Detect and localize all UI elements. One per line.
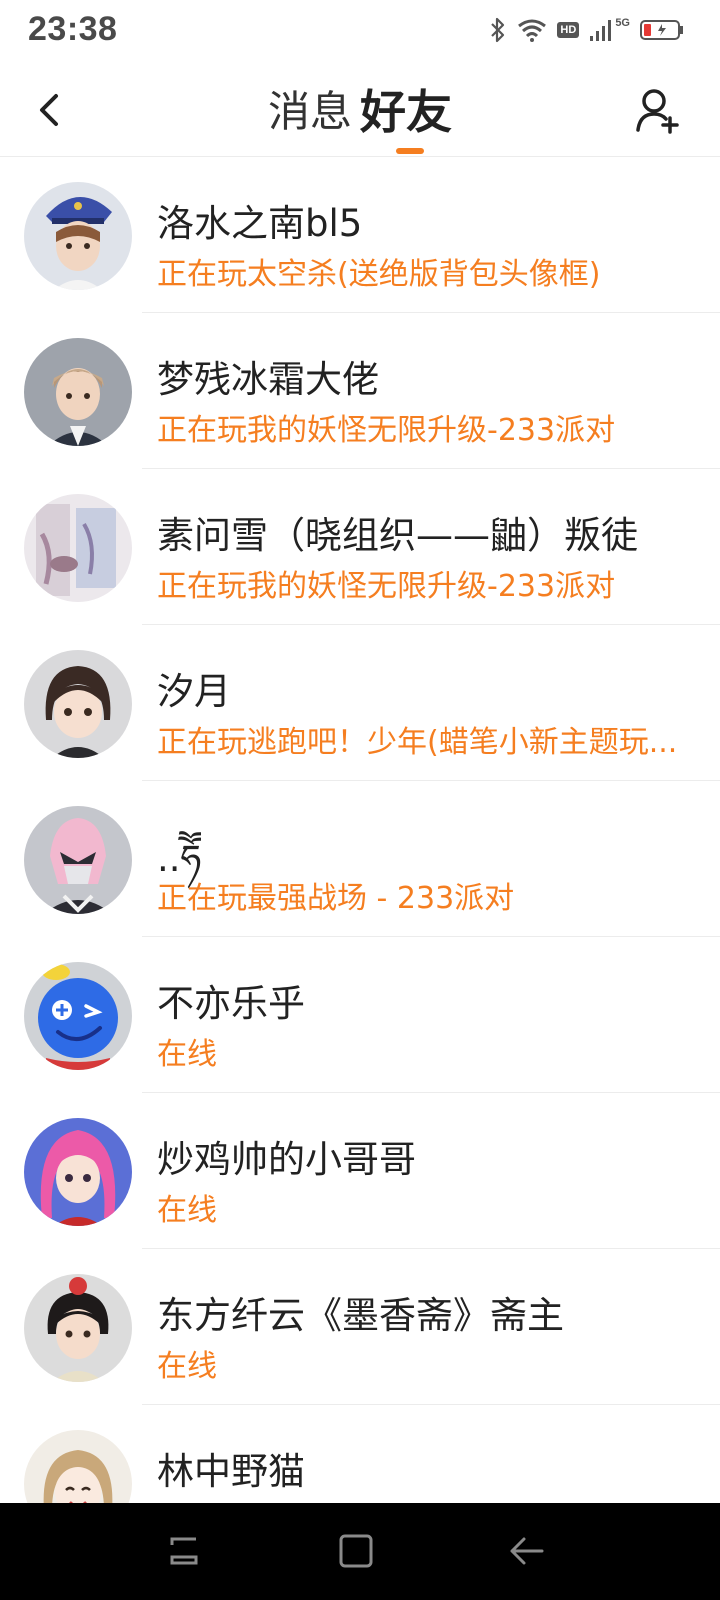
friend-name: 炒鸡帅的小哥哥 <box>157 1138 416 1181</box>
friend-row[interactable]: ..ཧཽ 正在玩最强战场 - 233派对 <box>0 781 720 937</box>
home-button[interactable] <box>336 1531 376 1571</box>
system-back-button[interactable] <box>506 1531 546 1571</box>
active-tab-indicator <box>396 148 424 154</box>
friend-name: 林中野猫 <box>157 1450 305 1493</box>
avatar[interactable] <box>24 1118 132 1226</box>
avatar[interactable] <box>24 182 132 290</box>
friend-name: 素问雪（晓组织——鼬）叛徒 <box>157 514 638 557</box>
avatar[interactable] <box>24 338 132 446</box>
status-bar: 23:38 HD 5G <box>0 0 720 64</box>
friend-name: 东方纤云《墨香斋》斋主 <box>157 1294 564 1337</box>
back-icon <box>510 1537 544 1565</box>
add-user-icon <box>636 89 679 134</box>
header: 消息 好友 <box>0 64 720 157</box>
friend-row[interactable]: 汐月 正在玩逃跑吧！少年(蜡笔小新主题玩... <box>0 625 720 781</box>
tab-bar: 消息 好友 <box>0 82 720 142</box>
friend-name: 汐月 <box>157 670 231 713</box>
avatar[interactable] <box>24 650 132 758</box>
avatar[interactable] <box>24 962 132 1070</box>
friend-row[interactable]: 梦残冰霜大佬 正在玩我的妖怪无限升级-233派对 <box>0 313 720 469</box>
friend-name: 不亦乐乎 <box>157 982 305 1025</box>
recent-apps-button[interactable] <box>164 1531 204 1571</box>
friend-status: 正在玩我的妖怪无限升级-233派对 <box>157 569 616 604</box>
avatar[interactable] <box>24 1274 132 1382</box>
avatar[interactable] <box>24 806 132 914</box>
friend-status: 在线 <box>157 1037 217 1072</box>
friend-row[interactable]: 素问雪（晓组织——鼬）叛徒 正在玩我的妖怪无限升级-233派对 <box>0 469 720 625</box>
tab-friends[interactable]: 好友 <box>356 82 456 142</box>
hd-icon: HD <box>557 22 580 38</box>
friend-row[interactable]: 炒鸡帅的小哥哥 在线 <box>0 1093 720 1249</box>
friend-row[interactable]: 林中野猫 <box>0 1405 720 1503</box>
friend-list: 洛水之南bl5 正在玩太空杀(送绝版背包头像框) 梦残冰霜大佬 正在玩我的妖怪无… <box>0 157 720 1503</box>
wifi-icon <box>517 18 547 42</box>
signal-icon <box>589 18 613 42</box>
friend-name: 梦残冰霜大佬 <box>157 358 379 401</box>
tab-messages[interactable]: 消息 <box>264 82 356 142</box>
friend-row[interactable]: 不亦乐乎 在线 <box>0 937 720 1093</box>
friend-status: 在线 <box>157 1349 217 1384</box>
battery-icon <box>640 19 684 41</box>
friend-status: 正在玩最强战场 - 233派对 <box>157 881 515 916</box>
friend-status: 在线 <box>157 1193 217 1228</box>
friend-name: 洛水之南bl5 <box>157 202 363 245</box>
system-navigation-bar <box>0 1503 720 1600</box>
status-icons: HD 5G <box>489 14 684 46</box>
5g-icon: 5G <box>615 17 630 29</box>
bluetooth-icon <box>489 16 507 44</box>
recent-apps-icon <box>170 1537 198 1565</box>
add-friend-button[interactable] <box>634 84 684 136</box>
friend-row[interactable]: 洛水之南bl5 正在玩太空杀(送绝版背包头像框) <box>0 157 720 313</box>
status-time: 23:38 <box>28 10 118 48</box>
friend-status: 正在玩我的妖怪无限升级-233派对 <box>157 413 616 448</box>
friend-status: 正在玩逃跑吧！少年(蜡笔小新主题玩... <box>157 725 678 760</box>
home-icon <box>339 1534 373 1568</box>
avatar[interactable] <box>24 494 132 602</box>
friend-row[interactable]: 东方纤云《墨香斋》斋主 在线 <box>0 1249 720 1405</box>
avatar[interactable] <box>24 1430 132 1503</box>
friend-status: 正在玩太空杀(送绝版背包头像框) <box>157 257 601 292</box>
